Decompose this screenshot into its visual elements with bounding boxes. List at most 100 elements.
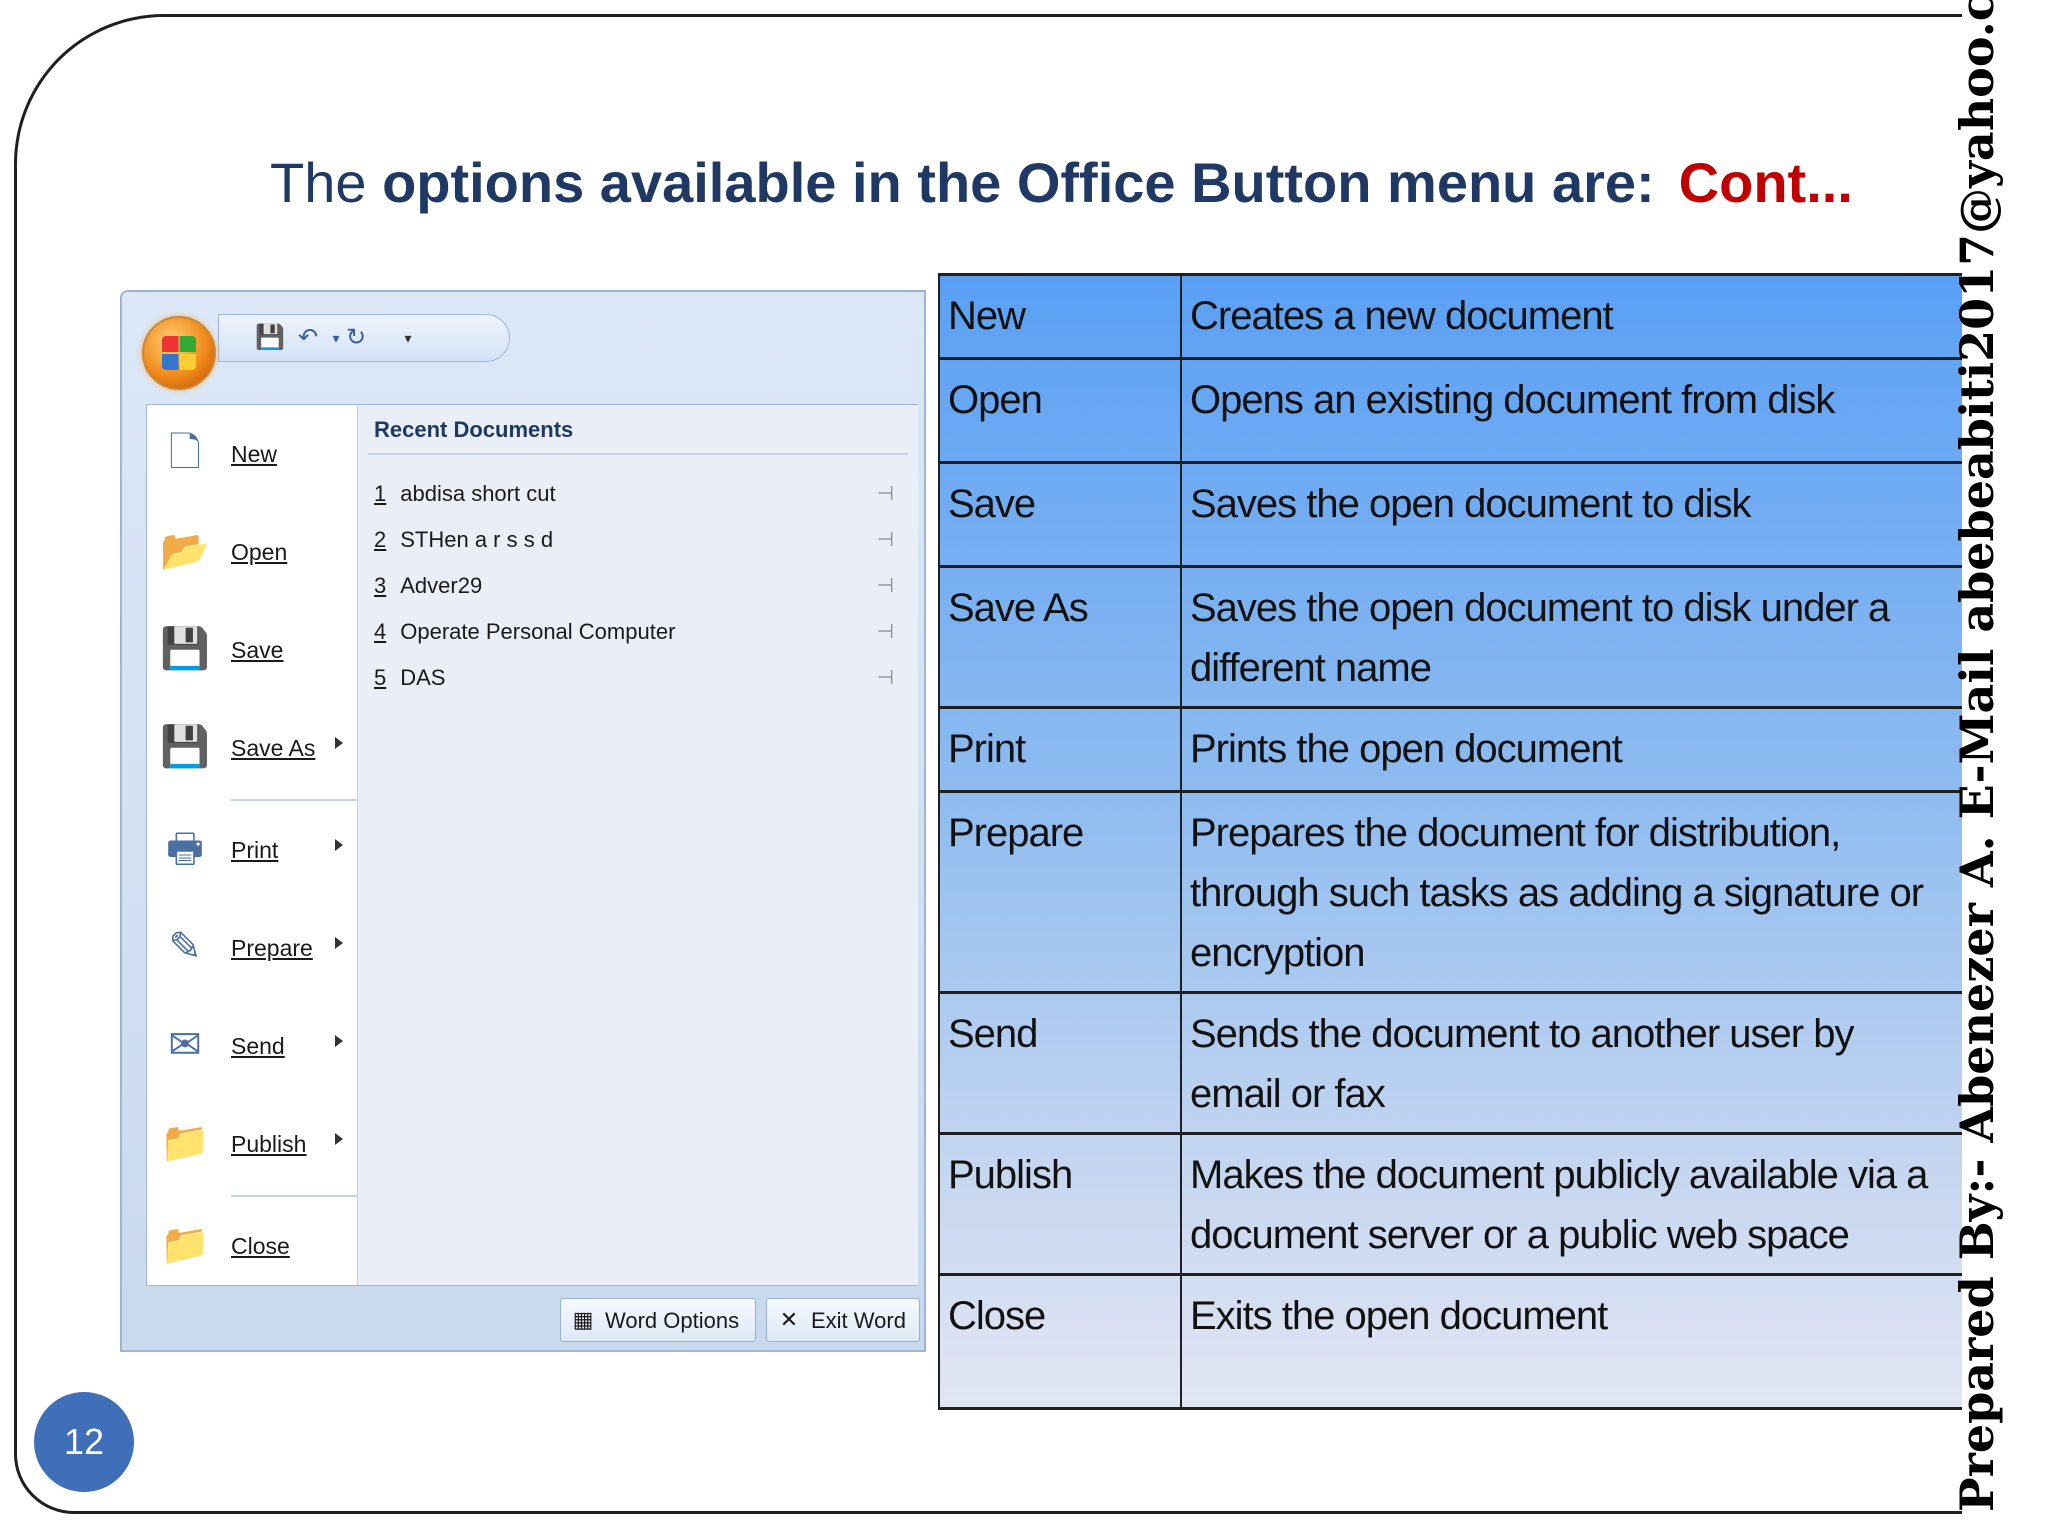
title-prefix: The (270, 151, 383, 214)
save-icon[interactable]: 💾 (255, 325, 285, 351)
option-description-cell: Prints the open document (1181, 706, 1962, 793)
recent-document-name: STHen a r s s d (400, 527, 554, 552)
recent-document-number: 3 (374, 573, 387, 598)
pin-icon[interactable]: ⊣ (877, 619, 894, 644)
submenu-arrow-icon (335, 1035, 343, 1047)
recent-document-name: DAS (400, 665, 446, 690)
menu-item-close[interactable]: 📁 Close (147, 1205, 357, 1285)
recent-documents-divider (368, 453, 908, 455)
option-description-cell: Creates a new document (1181, 273, 1962, 360)
menu-item-label: Save (231, 637, 284, 663)
table-row: Save As Saves the open document to disk u… (938, 565, 1962, 709)
undo-icon[interactable]: ↶ (295, 325, 321, 351)
menu-item-prepare[interactable]: ✎ Prepare (147, 907, 357, 987)
option-name-cell: Publish (938, 1132, 1182, 1276)
new-document-icon: 🗋 (168, 431, 202, 475)
send-icon: ✉ (168, 1023, 202, 1067)
exit-word-label: Exit Word (811, 1308, 906, 1333)
menu-item-label: Print (231, 837, 279, 863)
recent-document-item[interactable]: 2 STHen a r s s d ⊣ (374, 527, 894, 567)
option-name-cell: New (938, 273, 1182, 360)
menu-item-label: Send (231, 1033, 285, 1059)
title-dots: ... (1806, 151, 1853, 214)
options-table: New Creates a new document Open Opens an ex… (938, 273, 1962, 1410)
option-description-cell: Saves the open document to disk (1181, 461, 1962, 568)
recent-document-number: 2 (374, 527, 387, 552)
recent-documents-title: Recent Documents (374, 417, 574, 442)
recent-document-item[interactable]: 1 abdisa short cut ⊣ (374, 481, 894, 521)
option-name-cell: Prepare (938, 790, 1182, 994)
option-description-cell: Prepares the document for distribution, … (1181, 790, 1962, 994)
option-name-cell: Save (938, 461, 1182, 568)
menu-item-save[interactable]: 💾 Save (147, 609, 357, 689)
word-options-button[interactable]: ▦ Word Options (560, 1298, 756, 1342)
exit-word-button[interactable]: ✕ Exit Word (766, 1298, 920, 1342)
recent-document-name: abdisa short cut (400, 481, 556, 506)
recent-document-item[interactable]: 4 Operate Personal Computer ⊣ (374, 619, 894, 659)
author-credit: Prepared By:- Abenezer A. E-Mail abebeab… (1950, 0, 2004, 1512)
redo-icon[interactable]: ↻ (343, 325, 369, 351)
pin-icon[interactable]: ⊣ (877, 573, 894, 598)
recent-document-item[interactable]: 3 Adver29 ⊣ (374, 573, 894, 613)
table-row: Save Saves the open document to disk (938, 461, 1962, 568)
word-options-label: Word Options (605, 1308, 740, 1333)
option-description-cell: Sends the document to another user by em… (1181, 991, 1962, 1135)
table-row: Prepare Prepares the document for distrib… (938, 790, 1962, 994)
menu-item-save-as[interactable]: 💾 Save As (147, 707, 357, 787)
quick-access-toolbar: 💾 ↶ ▾ ↻ ▾ (218, 314, 510, 362)
option-description-cell: Makes the document publicly available vi… (1181, 1132, 1962, 1276)
pin-icon[interactable]: ⊣ (877, 665, 894, 690)
menu-item-send[interactable]: ✉ Send (147, 1005, 357, 1085)
table-row: Open Opens an existing document from disk (938, 357, 1962, 464)
table-row: Send Sends the document to another user b… (938, 991, 1962, 1135)
menu-item-label: Save As (231, 735, 316, 761)
recent-document-item[interactable]: 5 DAS ⊣ (374, 665, 894, 705)
page-number-badge: 12 (34, 1392, 134, 1492)
customize-toolbar-icon[interactable]: ▾ (395, 325, 421, 351)
submenu-arrow-icon (335, 937, 343, 949)
word-options-icon: ▦ (572, 1307, 594, 1332)
recent-document-name: Adver29 (400, 573, 483, 598)
menu-item-label: New (231, 441, 278, 467)
menu-item-open[interactable]: 📂 Open (147, 511, 357, 591)
option-name-cell: Print (938, 706, 1182, 793)
menu-separator (231, 1195, 357, 1197)
submenu-arrow-icon (335, 737, 343, 749)
menu-item-label: Publish (231, 1131, 307, 1157)
office-button[interactable] (142, 316, 216, 390)
pin-icon[interactable]: ⊣ (877, 481, 894, 506)
option-description-cell: Saves the open document to disk under a … (1181, 565, 1962, 709)
pin-icon[interactable]: ⊣ (877, 527, 894, 552)
close-folder-icon: 📁 (160, 1223, 210, 1267)
recent-documents-panel: Recent Documents 1 abdisa short cut ⊣ 2 STHe… (357, 405, 918, 1285)
publish-folder-icon: 📁 (160, 1121, 210, 1165)
table-row: New Creates a new document (938, 273, 1962, 360)
title-cont: Cont (1678, 151, 1807, 214)
menu-item-label: Close (231, 1233, 290, 1259)
option-description-cell: Exits the open document (1181, 1273, 1962, 1410)
recent-document-name: Operate Personal Computer (400, 619, 676, 644)
option-name-cell: Save As (938, 565, 1182, 709)
option-name-cell: Open (938, 357, 1182, 464)
menu-item-new[interactable]: 🗋 New (147, 413, 357, 493)
title-main: options available in the Office Button m… (382, 151, 1655, 214)
recent-document-number: 5 (374, 665, 387, 690)
open-folder-icon: 📂 (160, 529, 210, 573)
menu-item-print[interactable]: 🖶 Print (147, 809, 357, 889)
recent-document-number: 4 (374, 619, 387, 644)
office-menu-screenshot: 💾 ↶ ▾ ↻ ▾ 🗋 New 📂 Open 💾 Save 💾 Save As 🖶 Print ✎ P… (120, 290, 926, 1352)
submenu-arrow-icon (335, 839, 343, 851)
option-name-cell: Send (938, 991, 1182, 1135)
option-name-cell: Close (938, 1273, 1182, 1410)
menu-item-publish[interactable]: 📁 Publish (147, 1103, 357, 1183)
table-row: Close Exits the open document (938, 1273, 1962, 1410)
submenu-arrow-icon (335, 1133, 343, 1145)
prepare-pencil-icon: ✎ (168, 925, 202, 969)
menu-commands: 🗋 New 📂 Open 💾 Save 💾 Save As 🖶 Print ✎ Prepare ✉ Sen… (147, 405, 357, 1285)
printer-icon: 🖶 (166, 827, 204, 871)
option-description-cell: Opens an existing document from disk (1181, 357, 1962, 464)
menu-separator (231, 799, 357, 801)
office-logo-icon (162, 336, 196, 370)
slide-title: The options available in the Office Butt… (270, 150, 1853, 215)
office-menu-panel: 🗋 New 📂 Open 💾 Save 💾 Save As 🖶 Print ✎ Prepare ✉ Sen… (146, 404, 918, 1286)
